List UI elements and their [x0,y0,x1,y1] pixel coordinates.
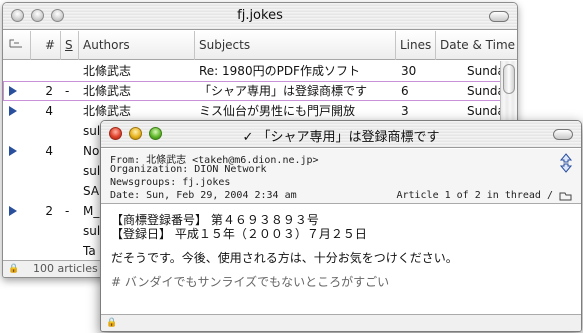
disclosure-triangle-icon[interactable] [9,106,17,116]
row-status [65,221,77,241]
row-status [65,161,77,181]
col-subjects[interactable]: Subjects [195,31,396,60]
row-status: - [65,204,70,218]
row-author: 北條武志 [83,64,132,78]
body-line [111,241,581,251]
row-status: - [65,84,70,98]
row-date: Sunda [467,64,501,78]
body-line [111,265,581,275]
row-author: 北條武志 [83,84,132,98]
row-number: 4 [45,144,53,158]
body-line: 【商標登録番号】 第４６９３８９３号 [111,213,319,227]
col-authors[interactable]: Authors [79,31,195,60]
body-line: # バンダイでもサンライズでもないところがすごい [111,275,390,289]
col-number[interactable]: # [31,31,61,60]
row-status [65,141,77,161]
row-date: Sunda [467,84,501,98]
article-window: ✓ 「シャア専用」は登録商標です From: 北條武志 <takeh@m6.di… [100,120,582,332]
row-lines: 3 [401,104,409,118]
lock-icon: 🔒 [106,318,118,328]
row-status [65,121,77,141]
lock-icon: 🔒 [8,264,20,274]
article-body: 【商標登録番号】 第４６９３８９３号 【登録日】 平成１５年（２００３）７月２５日… [101,205,581,314]
row-author: 北條武志 [83,104,132,118]
navigate-updown-icon[interactable] [559,153,573,173]
col-status[interactable]: S [61,31,79,60]
row-number [31,61,53,81]
row-number: 4 [45,104,53,118]
newsgroups-header: Newsgroups: fj.jokes [110,177,231,188]
disclosure-triangle-icon[interactable] [9,206,17,216]
toolbar-toggle-button[interactable] [553,129,573,140]
organization-header: Organization: DION Network [110,164,267,175]
window-title: fj.jokes [237,8,283,23]
table-row[interactable]: 北條武志 Re: 1980円のPDF作成ソフト 30 Sunda [3,61,501,81]
row-number [31,241,53,261]
article-count: 100 articles [33,262,98,275]
row-number [31,161,53,181]
row-number: 2 [45,84,53,98]
row-subject: Re: 1980円のPDF作成ソフト [199,64,360,78]
row-number: 2 [45,204,53,218]
disclosure-triangle-icon[interactable] [9,146,17,156]
body-line: だそうです。今後、使用される方は、十分お気をつけください。 [111,251,458,265]
thread-icon [9,39,22,48]
article-headers: From: 北條武志 <takeh@m6.dion.ne.jp> Organiz… [101,149,581,204]
disclosure-triangle-icon[interactable] [9,86,17,96]
row-subject: ミス仙台が男性にも門戸開放 [199,104,356,118]
thread-info: Article 1 of 2 in thread / [396,190,553,201]
col-lines[interactable]: Lines [396,31,436,60]
row-status [65,61,77,81]
table-row[interactable]: 2-北條武志 「シャア専用」は登録商標です 6 Sunda [3,81,501,101]
toolbar-toggle-button[interactable] [489,11,509,22]
article-title-bar[interactable]: ✓ 「シャア専用」は登録商標です [101,121,581,148]
row-number [31,181,53,201]
body-line: 【登録日】 平成１５年（２００３）７月２５日 [111,227,367,241]
row-lines: 6 [401,84,409,98]
thread-arrow-icon[interactable] [559,191,573,202]
title-bar[interactable]: fj.jokes [3,3,517,30]
date-header: Date: Sun, Feb 29, 2004 2:34 am [110,190,297,201]
row-number [31,221,53,241]
thread-column-header[interactable] [3,31,31,60]
column-header: # S Authors Subjects Lines Date & Time [3,31,517,60]
row-subject: 「シャア専用」は登録商標です [199,84,368,98]
row-date: Sunda [467,104,501,118]
article-title: ✓ 「シャア専用」は登録商標です [242,130,440,145]
row-status [65,241,77,261]
row-number [31,121,53,141]
row-lines: 30 [401,64,417,78]
scroll-thumb[interactable] [503,64,515,94]
col-date-time[interactable]: Date & Time [436,31,517,60]
table-row[interactable]: 4 北條武志 ミス仙台が男性にも門戸開放 3 Sunda [3,101,501,121]
article-status-bar: 🔒 [101,314,581,331]
row-status [65,101,77,121]
row-status [65,181,77,201]
